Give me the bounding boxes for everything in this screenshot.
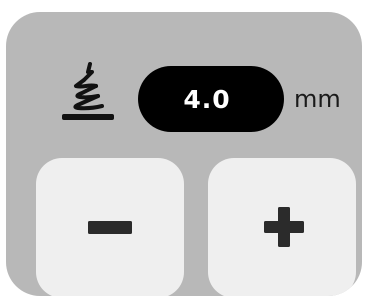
presser-foot-value: 4.0 [183, 84, 231, 114]
plus-icon [208, 158, 356, 296]
minus-icon [36, 158, 184, 296]
presser-foot-setting-panel: 4.0 mm [6, 12, 362, 296]
increase-button[interactable] [208, 158, 356, 296]
presser-foot-value-display: 4.0 [138, 66, 284, 132]
presser-foot-pressure-icon [54, 60, 120, 124]
decrease-button[interactable] [36, 158, 184, 296]
unit-label: mm [294, 85, 341, 113]
